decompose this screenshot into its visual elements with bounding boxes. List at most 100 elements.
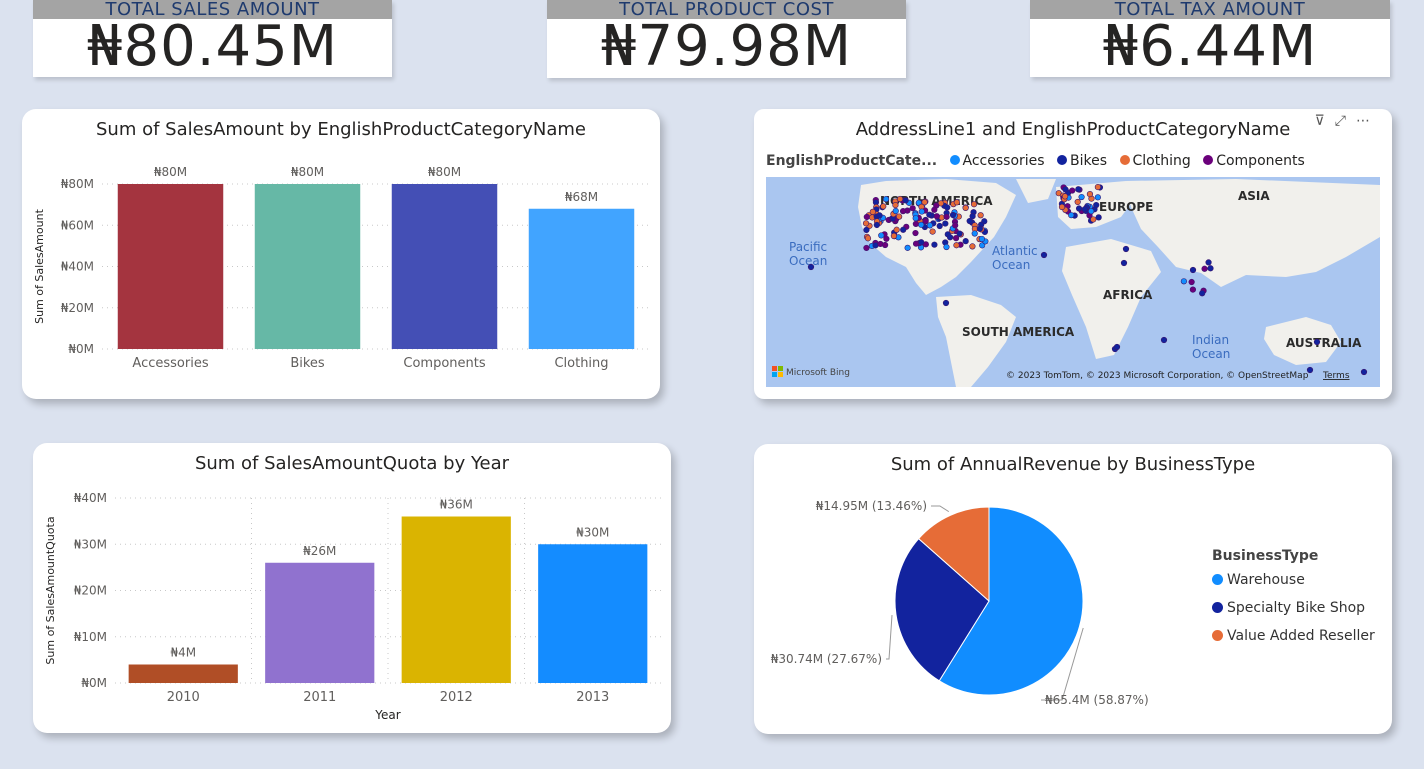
data-label: ₦80M: [291, 165, 324, 179]
ocean-label-line: Ocean: [992, 258, 1030, 272]
map-point: [1062, 186, 1069, 193]
bar: [538, 544, 648, 683]
map-point: [971, 230, 978, 237]
map-point: [1075, 186, 1082, 193]
y-tick-label: ₦80M: [61, 177, 94, 191]
bar: [265, 562, 375, 683]
world-map: NORTH AMERICA EUROPE ASIA AFRICA SOUTH A…: [772, 179, 1380, 387]
map-point: [953, 242, 960, 249]
map-point: [900, 226, 907, 233]
map-point: [1075, 205, 1083, 212]
kpi-value: ₦6.44M: [1102, 14, 1318, 79]
map-point: [918, 239, 925, 246]
map-point: [1074, 198, 1081, 206]
map-title: AddressLine1 and EnglishProductCategoryN…: [855, 119, 1291, 140]
sales-by-category-card[interactable]: Sum of SalesAmount by EnglishProductCate…: [22, 109, 660, 399]
legend-label: Value Added Reseller: [1227, 628, 1375, 644]
x-tick-label: 2011: [303, 690, 336, 705]
map-point: [899, 208, 907, 215]
map-point: [883, 235, 890, 242]
legend-item[interactable]: Accessories: [963, 153, 1045, 169]
ocean-label-line: Ocean: [1192, 347, 1230, 361]
map-point: [1188, 278, 1195, 286]
map-canvas[interactable]: NORTH AMERICA EUROPE ASIA AFRICA SOUTH A…: [766, 177, 1380, 387]
map-terms[interactable]: Terms: [1322, 371, 1350, 381]
map-point: [912, 240, 920, 247]
legend-dot-icon: [1212, 630, 1223, 641]
legend-item[interactable]: Clothing: [1133, 153, 1191, 169]
map-point: [1189, 266, 1197, 274]
map-point: [1199, 290, 1206, 297]
bar: [401, 516, 511, 683]
legend-item[interactable]: Value Added Reseller: [1212, 628, 1375, 644]
map-point: [1094, 194, 1101, 201]
map-point: [869, 208, 876, 215]
legend-dot-icon: [1203, 155, 1214, 165]
map-point: [956, 230, 963, 237]
map-point: [949, 211, 957, 219]
quota-by-year-card[interactable]: Sum of SalesAmountQuota by Year ₦0M ₦10M ₦…: [33, 443, 671, 733]
map-point: [1201, 265, 1208, 272]
legend-item[interactable]: Warehouse: [1212, 572, 1375, 588]
map-point: [953, 199, 960, 206]
greenland-land: [1016, 179, 1056, 203]
bar: [117, 184, 224, 349]
map-point: [969, 213, 976, 220]
data-label: ₦36M: [440, 498, 473, 512]
map-point: [862, 220, 870, 227]
map-point: [1120, 259, 1128, 267]
map-point: [1069, 187, 1076, 194]
map-point: [1122, 245, 1130, 253]
map-point: [912, 220, 919, 227]
legend-item[interactable]: Specialty Bike Shop: [1212, 600, 1375, 616]
map-point: [896, 195, 904, 203]
bar: [391, 184, 498, 349]
map-point: [1180, 278, 1187, 285]
map-copyright: © 2023 TomTom, © 2023 Microsoft Corporat…: [1006, 371, 1309, 381]
map-point: [1360, 368, 1368, 376]
map-point: [1205, 259, 1212, 266]
map-point: [931, 241, 938, 248]
y-axis-title: Sum of SalesAmount: [33, 208, 46, 323]
legend-dot-icon: [1212, 602, 1223, 613]
legend-title: BusinessType: [1212, 548, 1319, 564]
map-point: [970, 201, 978, 208]
pie-legend: BusinessType Warehouse Specialty Bike Sh…: [1212, 548, 1375, 656]
map-point: [922, 218, 929, 225]
map-point: [912, 229, 919, 237]
y-tick-label: ₦60M: [61, 218, 94, 232]
map-point: [1160, 336, 1168, 344]
label-europe: EUROPE: [1099, 200, 1153, 214]
map-point: [962, 204, 969, 212]
map-point: [947, 234, 954, 241]
bar: [128, 664, 238, 683]
map-point: [1207, 265, 1214, 272]
legend-item[interactable]: Bikes: [1070, 153, 1107, 169]
data-label: ₦4M: [170, 646, 196, 660]
revenue-by-business-type-card[interactable]: Sum of AnnualRevenue by BusinessType ₦65…: [754, 444, 1392, 734]
ocean-label-line: Indian: [1192, 333, 1229, 347]
y-axis-title: Sum of SalesAmountQuota: [44, 516, 57, 664]
y-tick-label: ₦20M: [74, 584, 107, 598]
map-point: [943, 213, 950, 220]
map-point: [942, 220, 949, 227]
legend-item[interactable]: Components: [1216, 153, 1305, 169]
legend-dot-icon: [949, 155, 960, 165]
map-point: [969, 243, 976, 250]
quota-by-year-chart: ₦0M ₦10M ₦20M ₦30M ₦40M ₦4M 2010 ₦26M 2011 ₦36M 20…: [44, 491, 661, 722]
data-label: ₦80M: [428, 165, 461, 179]
map-point: [933, 213, 940, 220]
data-label: ₦14.95M (13.46%): [816, 499, 927, 513]
map-point: [893, 226, 900, 233]
label-africa: AFRICA: [1103, 288, 1153, 302]
map-card[interactable]: ⊽⤢⋯ AddressLine1 and EnglishProductCateg…: [754, 109, 1392, 399]
map-point: [1090, 216, 1097, 223]
x-axis-title: Year: [374, 708, 400, 722]
map-point: [926, 211, 933, 218]
leader-line: [931, 505, 950, 513]
label-indian-ocean: Indian Ocean: [1192, 333, 1230, 361]
map-point: [918, 208, 925, 215]
kpi-value: ₦79.98M: [600, 14, 853, 79]
data-label: ₦30M: [576, 525, 609, 539]
map-point: [873, 221, 880, 229]
